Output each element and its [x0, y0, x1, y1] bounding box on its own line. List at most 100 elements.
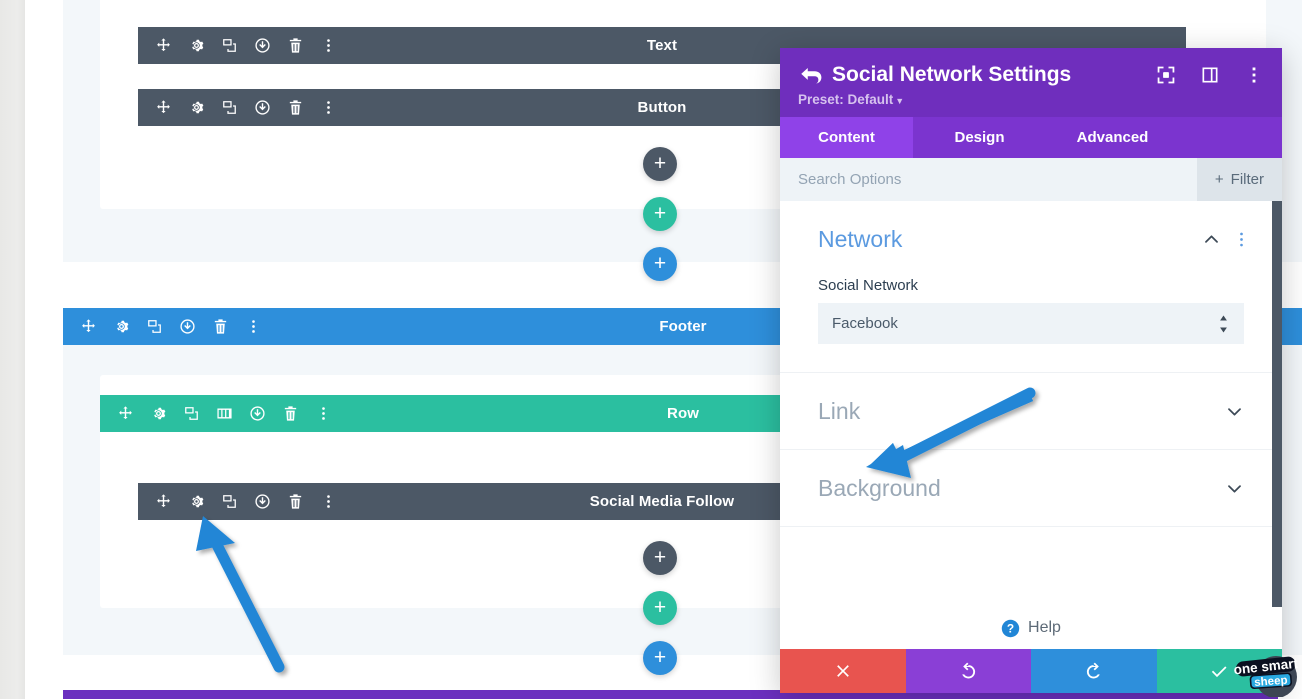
search-input[interactable]: [780, 158, 1197, 201]
plus-icon: +: [653, 595, 667, 619]
modal-footer: [780, 649, 1282, 693]
field-social-network-label: Social Network: [818, 277, 919, 294]
section-bar-footer-icons: [63, 318, 262, 335]
more-options-icon[interactable]: [320, 37, 337, 54]
add-module-button-footer[interactable]: +: [643, 541, 677, 575]
chevron-down-icon: ▼: [895, 96, 905, 106]
move-icon[interactable]: [155, 37, 172, 54]
more-options-icon[interactable]: [1239, 230, 1244, 249]
check-icon: [1212, 666, 1227, 678]
add-section-button[interactable]: +: [643, 247, 677, 281]
module-bar-button-icons: [138, 99, 337, 116]
plus-icon: +: [653, 201, 667, 225]
help-row[interactable]: ? Help: [780, 607, 1282, 649]
option-group-network: Network Social Network Facebook: [780, 201, 1282, 373]
tab-design[interactable]: Design: [913, 117, 1046, 158]
watermark-logo: one smart sheep: [1232, 635, 1300, 698]
plus-icon: +: [653, 545, 667, 569]
more-options-icon[interactable]: [245, 318, 262, 335]
move-icon[interactable]: [80, 318, 97, 335]
duplicate-icon[interactable]: [221, 37, 238, 54]
trash-icon[interactable]: [287, 37, 304, 54]
focus-icon[interactable]: [1156, 65, 1176, 85]
add-row-button[interactable]: +: [643, 197, 677, 231]
trash-icon[interactable]: [212, 318, 229, 335]
add-module-button[interactable]: +: [643, 147, 677, 181]
filter-button[interactable]: + Filter: [1196, 158, 1282, 201]
move-icon[interactable]: [117, 405, 134, 422]
cancel-button[interactable]: [780, 649, 906, 693]
social-network-select[interactable]: Facebook: [818, 303, 1244, 344]
gear-icon[interactable]: [188, 99, 205, 116]
row-bar-footer-icons: [100, 405, 332, 422]
save-icon[interactable]: [254, 493, 271, 510]
field-social-network: Social Network Facebook: [818, 277, 1244, 372]
option-group-link-title: Link: [818, 397, 861, 424]
option-group-background: Background: [780, 450, 1282, 527]
back-arrow-icon[interactable]: [798, 62, 824, 88]
plus-icon: +: [1214, 171, 1224, 188]
option-group-network-title: Network: [818, 225, 903, 252]
modal-tabs: Content Design Advanced: [780, 117, 1282, 158]
chevron-up-icon[interactable]: [1202, 230, 1221, 249]
module-bar-social-icons: [138, 493, 337, 510]
chevron-down-icon[interactable]: [1225, 402, 1244, 421]
columns-icon[interactable]: [216, 405, 233, 422]
trash-icon[interactable]: [287, 99, 304, 116]
option-group-link: Link: [780, 373, 1282, 450]
chevron-down-icon[interactable]: [1225, 479, 1244, 498]
modal-scrollbar[interactable]: [1272, 201, 1282, 607]
modal-body: Network Social Network Facebook Link Bac…: [780, 201, 1282, 607]
social-network-settings-modal: Social Network Settings Preset: Default ▼…: [780, 48, 1282, 693]
more-options-icon[interactable]: [1244, 65, 1264, 85]
undo-icon: [962, 662, 976, 679]
move-icon[interactable]: [155, 493, 172, 510]
duplicate-icon[interactable]: [221, 99, 238, 116]
modal-header: Social Network Settings Preset: Default ▼: [780, 48, 1282, 117]
more-options-icon[interactable]: [315, 405, 332, 422]
plus-icon: +: [653, 645, 667, 669]
add-section-button-footer[interactable]: +: [643, 641, 677, 675]
page-left-gutter: [0, 0, 25, 699]
gear-icon[interactable]: [188, 493, 205, 510]
modal-header-actions: [1156, 65, 1264, 85]
duplicate-icon[interactable]: [146, 318, 163, 335]
plus-icon: +: [653, 251, 667, 275]
gear-icon[interactable]: [150, 405, 167, 422]
option-group-background-header[interactable]: Background: [818, 450, 1244, 526]
save-icon[interactable]: [249, 405, 266, 422]
save-icon[interactable]: [179, 318, 196, 335]
redo-button[interactable]: [1031, 649, 1157, 693]
module-bar-text-icons: [138, 37, 337, 54]
plus-icon: +: [653, 151, 667, 175]
save-icon[interactable]: [254, 99, 271, 116]
preset-selector[interactable]: Preset: Default ▼: [798, 92, 1264, 107]
undo-button[interactable]: [905, 649, 1031, 693]
gear-icon[interactable]: [113, 318, 130, 335]
search-options-row: + Filter: [780, 158, 1282, 201]
move-icon[interactable]: [155, 99, 172, 116]
tab-content[interactable]: Content: [780, 117, 913, 158]
duplicate-icon[interactable]: [221, 493, 238, 510]
layout-panel-icon[interactable]: [1200, 65, 1220, 85]
svg-text:?: ?: [1007, 621, 1014, 635]
gear-icon[interactable]: [188, 37, 205, 54]
help-icon: ?: [1001, 619, 1020, 638]
trash-icon[interactable]: [287, 493, 304, 510]
more-options-icon[interactable]: [320, 99, 337, 116]
help-label: Help: [1028, 619, 1061, 636]
close-icon: [836, 665, 849, 677]
option-group-background-title: Background: [818, 474, 941, 501]
option-group-link-header[interactable]: Link: [818, 373, 1244, 449]
add-row-button-footer[interactable]: +: [643, 591, 677, 625]
svg-text:sheep: sheep: [1254, 675, 1288, 689]
duplicate-icon[interactable]: [183, 405, 200, 422]
preset-label: Preset: Default: [798, 92, 894, 107]
tab-advanced[interactable]: Advanced: [1046, 117, 1179, 158]
save-icon[interactable]: [254, 37, 271, 54]
filter-button-label: Filter: [1230, 171, 1264, 188]
redo-icon: [1086, 662, 1100, 679]
more-options-icon[interactable]: [320, 493, 337, 510]
option-group-network-header[interactable]: Network: [818, 201, 1244, 277]
trash-icon[interactable]: [282, 405, 299, 422]
